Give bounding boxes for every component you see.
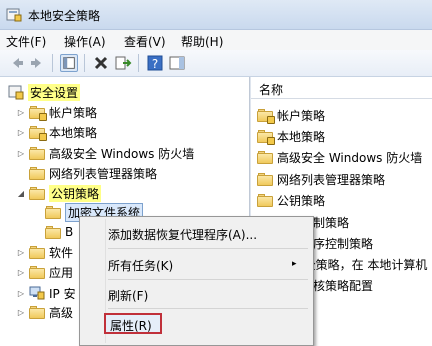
folder-icon	[257, 129, 275, 145]
folder-icon	[29, 146, 45, 160]
export-list-icon[interactable]	[114, 54, 132, 72]
tree-item-application[interactable]: ▷ 应用	[16, 262, 73, 282]
column-header-name[interactable]: 名称	[251, 77, 432, 99]
folder-icon	[29, 166, 45, 180]
show-hide-tree-icon[interactable]	[60, 54, 78, 72]
tree-item-local-policies[interactable]: ▷ 本地策略	[16, 122, 97, 142]
folder-icon	[257, 108, 275, 124]
menu-file[interactable]: 文件(F)	[6, 33, 46, 50]
svg-text:?: ?	[152, 57, 158, 71]
tree-item-label: 高级安全 Windows 防火墙	[49, 146, 195, 161]
context-menu: 添加数据恢复代理程序(A)... 所有任务(K) ▸ 刷新(F) 属性(R)	[79, 216, 314, 346]
tree-item-label: B	[65, 225, 74, 239]
tree-item-b[interactable]: B	[32, 222, 73, 242]
tree-item-label: IP 安	[49, 286, 76, 301]
tree-item-label: 帐户策略	[49, 105, 98, 120]
back-icon[interactable]	[8, 54, 26, 72]
folder-icon	[29, 265, 45, 279]
expand-icon[interactable]: ▷	[16, 108, 26, 117]
tree-item-network-list-manager[interactable]: 网络列表管理器策略	[16, 163, 157, 183]
tree-item-advanced[interactable]: ▷ 高级	[16, 302, 73, 322]
toolbar: ?	[0, 50, 432, 77]
expand-icon[interactable]: ▷	[16, 149, 26, 158]
ip-security-icon	[29, 286, 45, 300]
menu-action[interactable]: 操作(A)	[64, 33, 106, 50]
tree-item-account-policies[interactable]: ▷ 帐户策略	[16, 102, 97, 122]
help-icon[interactable]: ?	[146, 54, 164, 72]
submenu-arrow-icon: ▸	[292, 259, 297, 269]
show-action-pane-icon[interactable]	[168, 54, 186, 72]
menu-view[interactable]: 查看(V)	[124, 33, 166, 50]
expand-icon[interactable]: ▷	[16, 289, 26, 298]
menu-separator	[108, 279, 308, 280]
list-item[interactable]: 本地策略	[257, 126, 325, 146]
collapse-icon[interactable]: ◢	[16, 189, 26, 198]
list-item[interactable]: 网络列表管理器策略	[257, 169, 385, 189]
expand-icon[interactable]: ▷	[16, 248, 26, 257]
list-item[interactable]: 公钥策略	[257, 190, 325, 210]
menu-item-properties-label: 属性(R)	[110, 319, 152, 333]
list-item[interactable]: 帐户策略	[257, 105, 325, 125]
delete-icon[interactable]	[92, 54, 110, 72]
tree-item-ip-security[interactable]: ▷ IP 安	[16, 283, 76, 303]
folder-icon	[29, 245, 45, 259]
folder-icon	[29, 125, 47, 141]
menu-separator	[108, 248, 308, 249]
toolbar-separator	[84, 54, 85, 72]
folder-icon	[29, 105, 47, 121]
tree-root-label: 安全设置	[28, 83, 81, 101]
expand-icon[interactable]: ▷	[16, 128, 26, 137]
tree-item-label: 本地策略	[49, 125, 98, 140]
title-bar: 本地安全策略	[0, 0, 432, 30]
tree-item-label: 软件	[49, 245, 74, 260]
folder-icon	[257, 172, 273, 186]
menu-bar: 文件(F) 操作(A) 查看(V) 帮助(H)	[0, 30, 432, 50]
security-policy-app-icon	[6, 8, 22, 22]
menu-item-add-recovery-agent[interactable]: 添加数据恢复代理程序(A)...	[108, 226, 257, 243]
forward-icon[interactable]	[28, 54, 46, 72]
menu-item-properties[interactable]: 属性(R)	[104, 313, 162, 334]
menu-help[interactable]: 帮助(H)	[181, 33, 223, 50]
expand-icon[interactable]: ▷	[16, 268, 26, 277]
toolbar-separator	[138, 54, 139, 72]
folder-icon	[29, 186, 45, 200]
toolbar-separator	[52, 54, 53, 72]
security-settings-icon	[8, 85, 24, 100]
folder-icon	[29, 305, 45, 319]
tree-item-public-key-policies[interactable]: ◢ 公钥策略	[16, 183, 102, 203]
folder-icon	[45, 205, 61, 219]
menu-item-all-tasks[interactable]: 所有任务(K)	[108, 257, 173, 274]
tree-item-software[interactable]: ▷ 软件	[16, 242, 73, 262]
tree-root-security-settings[interactable]: 安全设置	[8, 82, 81, 102]
window-title: 本地安全策略	[28, 9, 101, 23]
list-item[interactable]: 高级安全 Windows 防火墙	[257, 147, 422, 167]
tree-item-label: 公钥策略	[49, 184, 102, 202]
tree-item-label: 应用	[49, 265, 74, 280]
expand-icon[interactable]: ▷	[16, 308, 26, 317]
column-header-label: 名称	[259, 83, 284, 97]
folder-icon	[45, 225, 61, 239]
tree-item-windows-firewall[interactable]: ▷ 高级安全 Windows 防火墙	[16, 143, 194, 163]
tree-item-label: 网络列表管理器策略	[49, 166, 158, 181]
tree-item-label: 高级	[49, 305, 74, 320]
menu-item-refresh[interactable]: 刷新(F)	[108, 287, 148, 304]
folder-icon	[257, 150, 273, 164]
menu-separator	[108, 308, 308, 309]
folder-icon	[257, 193, 273, 207]
